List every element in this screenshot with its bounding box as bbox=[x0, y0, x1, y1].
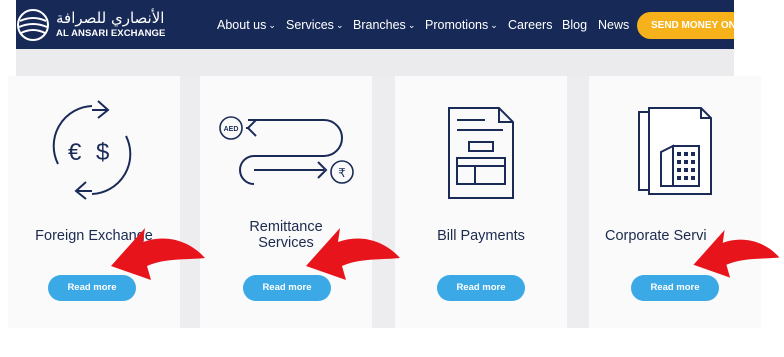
nav-promotions[interactable]: Promotions ⌄ bbox=[425, 18, 498, 32]
nav-label: About us bbox=[217, 18, 267, 32]
card-remittance-services: AED ₹ Remittance Services Read more bbox=[200, 76, 372, 328]
chevron-down-icon: ⌄ bbox=[490, 20, 498, 30]
annotation-arrow-icon bbox=[306, 228, 400, 280]
header-divider-strip bbox=[16, 49, 734, 76]
dollar-symbol: $ bbox=[96, 139, 109, 166]
nav-about-us[interactable]: About us ⌄ bbox=[217, 18, 276, 32]
card-corporate-services: Corporate Servi Read more bbox=[589, 76, 761, 328]
rupee-symbol: ₹ bbox=[338, 166, 346, 180]
nav-careers[interactable]: Careers bbox=[508, 18, 552, 32]
nav-blog[interactable]: Blog bbox=[562, 18, 587, 32]
chevron-down-icon: ⌄ bbox=[407, 20, 416, 30]
remittance-icon: AED ₹ bbox=[219, 116, 354, 185]
logo-english-text: AL ANSARI EXCHANGE bbox=[56, 28, 166, 39]
logo-arabic-text: الأنصاري للصرافة bbox=[56, 9, 165, 27]
chevron-down-icon: ⌄ bbox=[335, 20, 344, 30]
corporate-building-icon bbox=[638, 107, 712, 195]
chevron-down-icon: ⌄ bbox=[268, 20, 276, 30]
annotation-arrow-icon bbox=[693, 230, 780, 278]
card-foreign-exchange: € $ Foreign Exchange Read more bbox=[8, 76, 180, 328]
nav-branches[interactable]: Branches ⌄ bbox=[353, 18, 415, 32]
nav-label: Promotions bbox=[425, 18, 489, 32]
card-title: Bill Payments bbox=[437, 228, 525, 244]
globe-logo-icon bbox=[17, 9, 49, 41]
annotation-arrow-icon bbox=[111, 228, 205, 280]
card-bill-payments: Bill Payments Read more bbox=[395, 76, 567, 328]
aed-label: AED bbox=[224, 126, 239, 133]
bill-document-icon bbox=[448, 107, 514, 199]
read-more-button[interactable]: Read more bbox=[437, 275, 525, 301]
nav-news[interactable]: News bbox=[598, 18, 629, 32]
send-money-online-button[interactable]: SEND MONEY ONL bbox=[637, 12, 734, 39]
nav-label: Branches bbox=[353, 18, 406, 32]
site-header: الأنصاري للصرافة AL ANSARI EXCHANGE Abou… bbox=[16, 0, 734, 49]
currency-exchange-icon: € $ bbox=[52, 100, 132, 200]
nav-services[interactable]: Services ⌄ bbox=[286, 18, 343, 32]
logo[interactable]: الأنصاري للصرافة AL ANSARI EXCHANGE bbox=[16, 8, 166, 42]
nav-label: Services bbox=[286, 18, 334, 32]
euro-symbol: € bbox=[68, 139, 82, 166]
